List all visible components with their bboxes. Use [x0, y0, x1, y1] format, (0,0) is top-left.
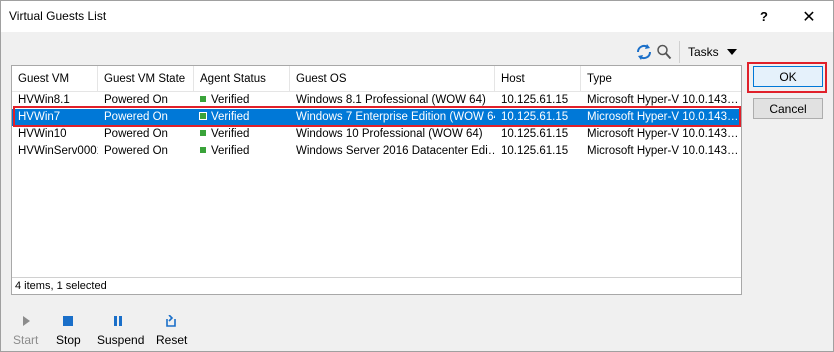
- suspend-label: Suspend: [97, 333, 145, 347]
- title-bar: Virtual Guests List ? ✕: [1, 1, 833, 32]
- suspend-button[interactable]: Suspend: [95, 311, 145, 351]
- tasks-dropdown[interactable]: Tasks: [679, 41, 741, 63]
- start-label: Start: [13, 333, 39, 347]
- table-row-selected[interactable]: HVWin7 Powered On Verified Windows 7 Ent…: [12, 109, 741, 126]
- cell-guest-vm: HVWin10: [18, 128, 67, 140]
- cell-agent-status: Verified: [194, 92, 290, 109]
- stop-button[interactable]: Stop: [53, 311, 83, 351]
- pause-icon: [114, 316, 122, 326]
- cell-guest-os: Windows 7 Enterprise Edition (WOW 64): [296, 111, 495, 123]
- reset-label: Reset: [156, 333, 188, 347]
- column-header-host[interactable]: Host: [495, 66, 581, 92]
- column-header-type[interactable]: Type: [581, 66, 741, 92]
- cell-type: Microsoft Hyper-V 10.0.143…: [587, 94, 739, 106]
- cell-state: Powered On: [104, 111, 168, 123]
- play-icon: [23, 316, 30, 326]
- chevron-down-icon: [727, 49, 737, 55]
- cell-type: Microsoft Hyper-V 10.0.143…: [587, 145, 739, 157]
- window-title: Virtual Guests List: [9, 9, 107, 23]
- grid-toolbar: Tasks: [11, 41, 741, 63]
- cell-agent-status: Verified: [194, 143, 290, 160]
- cell-guest-os: Windows 10 Professional (WOW 64): [296, 128, 483, 140]
- verified-status-icon: [199, 112, 207, 120]
- verified-status-icon: [200, 130, 206, 136]
- help-button[interactable]: ?: [742, 1, 786, 32]
- refresh-icon[interactable]: [635, 43, 653, 61]
- cell-guest-vm: HVWin8.1: [18, 94, 70, 106]
- cell-state: Powered On: [104, 94, 168, 106]
- reset-icon: [166, 315, 176, 327]
- search-icon[interactable]: [656, 43, 672, 61]
- table-row[interactable]: HVWinServ0001 Powered On Verified Window…: [12, 143, 741, 160]
- column-header-guest-os[interactable]: Guest OS: [290, 66, 495, 92]
- vm-action-bar: Start Stop Suspend Reset: [1, 311, 301, 351]
- tasks-label: Tasks: [688, 45, 719, 59]
- table-row[interactable]: HVWin8.1 Powered On Verified Windows 8.1…: [12, 92, 741, 109]
- cell-guest-os: Windows Server 2016 Datacenter Edi…: [296, 145, 495, 157]
- ok-button[interactable]: OK: [753, 66, 823, 87]
- verified-status-icon: [200, 147, 206, 153]
- column-header-agent-status[interactable]: Agent Status: [194, 66, 290, 92]
- cell-type: Microsoft Hyper-V 10.0.143…: [587, 111, 739, 123]
- cell-agent-status-text: Verified: [211, 128, 250, 140]
- table-row[interactable]: HVWin10 Powered On Verified Windows 10 P…: [12, 126, 741, 143]
- grid-header: Guest VM Guest VM State Agent Status Gue…: [12, 66, 741, 92]
- cancel-button[interactable]: Cancel: [753, 98, 823, 119]
- column-header-guest-vm[interactable]: Guest VM: [12, 66, 98, 92]
- virtual-guests-grid: Guest VM Guest VM State Agent Status Gue…: [11, 65, 742, 295]
- virtual-guests-dialog: Virtual Guests List ? ✕ Tasks Guest VM G…: [0, 0, 834, 352]
- reset-button[interactable]: Reset: [153, 311, 189, 351]
- cell-host: 10.125.61.15: [501, 111, 569, 123]
- cell-guest-os: Windows 8.1 Professional (WOW 64): [296, 94, 486, 106]
- cell-agent-status-text: Verified: [211, 94, 250, 106]
- cell-state: Powered On: [104, 145, 168, 157]
- cell-agent-status-text: Verified: [211, 145, 250, 157]
- cell-agent-status-text: Verified: [211, 111, 250, 123]
- cell-host: 10.125.61.15: [501, 145, 569, 157]
- grid-status-bar: 4 items, 1 selected: [12, 277, 741, 294]
- stop-label: Stop: [56, 333, 81, 347]
- verified-status-icon: [200, 96, 206, 102]
- cell-host: 10.125.61.15: [501, 128, 569, 140]
- cell-guest-vm: HVWin7: [18, 111, 61, 123]
- cell-guest-vm: HVWinServ0001: [18, 145, 98, 157]
- cell-type: Microsoft Hyper-V 10.0.143…: [587, 128, 739, 140]
- stop-icon: [63, 316, 73, 326]
- close-button[interactable]: ✕: [787, 1, 831, 32]
- start-button[interactable]: Start: [11, 311, 41, 351]
- cell-agent-status: Verified: [194, 109, 290, 126]
- cell-agent-status: Verified: [194, 126, 290, 143]
- column-header-guest-vm-state[interactable]: Guest VM State: [98, 66, 194, 92]
- cell-host: 10.125.61.15: [501, 94, 569, 106]
- cell-state: Powered On: [104, 128, 168, 140]
